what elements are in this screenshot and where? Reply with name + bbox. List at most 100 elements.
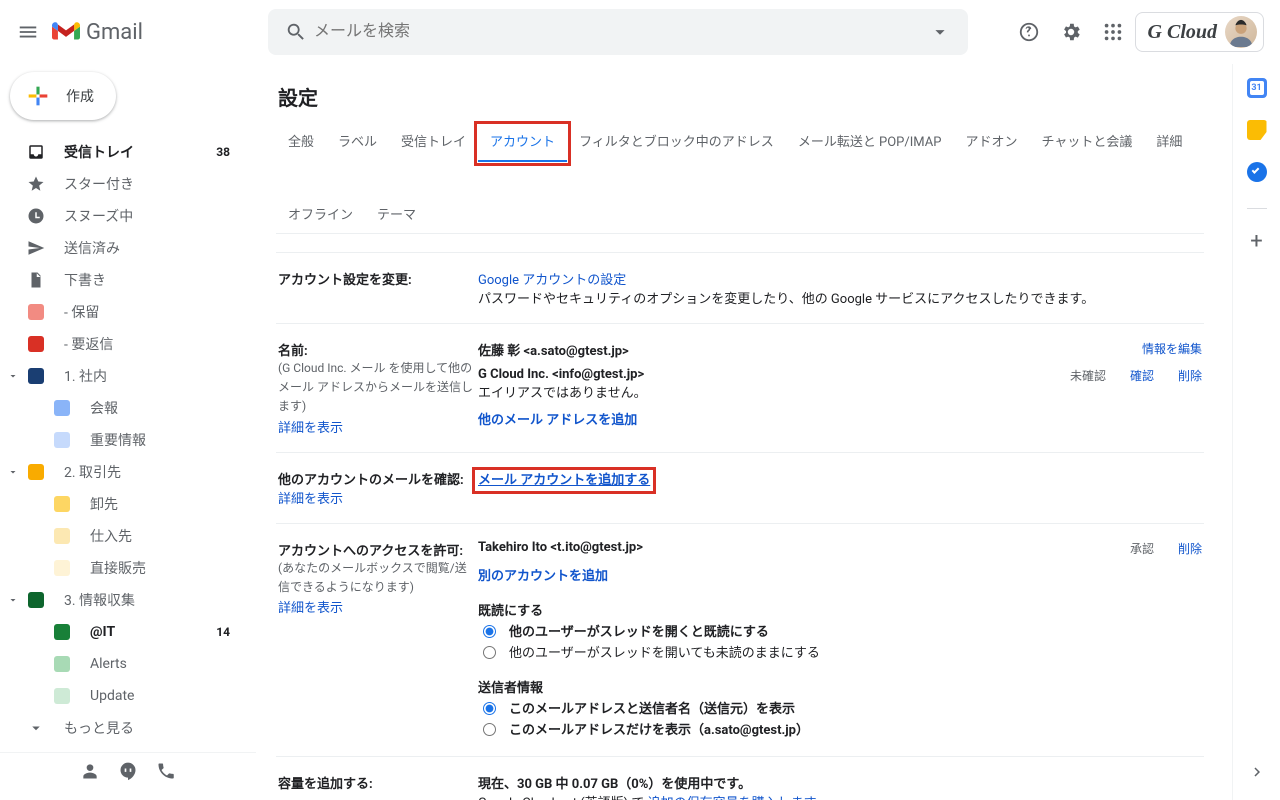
- search-icon[interactable]: [280, 16, 312, 48]
- confirm-link[interactable]: 確認: [1130, 367, 1154, 384]
- sidebar-item-drafts[interactable]: 下書き: [0, 264, 248, 296]
- avatar: [1225, 16, 1257, 48]
- tab-inbox[interactable]: 受信トレイ: [389, 125, 478, 162]
- file-icon: [26, 270, 46, 290]
- label-icon: [26, 334, 46, 354]
- settings-tabs: 全般 ラベル 受信トレイ アカウント フィルタとブロック中のアドレス メール転送…: [276, 125, 1204, 234]
- send-as-details-link[interactable]: 詳細を表示: [278, 421, 343, 436]
- sidebar-item-wholesale[interactable]: 卸先: [0, 488, 248, 520]
- tab-offline[interactable]: オフライン: [276, 198, 365, 233]
- buy-storage-link[interactable]: 追加の保存容量を購入します: [648, 796, 817, 800]
- tab-accounts[interactable]: アカウント: [478, 125, 567, 162]
- google-account-settings-link[interactable]: Google アカウントの設定: [478, 273, 626, 288]
- sidebar-item-reply[interactable]: - 要返信: [0, 328, 248, 360]
- sidebar-item-supplier[interactable]: 仕入先: [0, 520, 248, 552]
- send-icon: [26, 238, 46, 258]
- sidebar-item-hold[interactable]: - 保留: [0, 296, 248, 328]
- support-icon[interactable]: [1009, 12, 1049, 52]
- account-switcher[interactable]: G Cloud: [1135, 12, 1264, 52]
- inbox-icon: [26, 142, 46, 162]
- tab-addons[interactable]: アドオン: [953, 125, 1029, 162]
- sidebar-item-sent[interactable]: 送信済み: [0, 232, 248, 264]
- sidebar-item-atit[interactable]: @IT 14: [0, 616, 248, 648]
- check-other-details-link[interactable]: 詳細を表示: [278, 492, 343, 507]
- gmail-logo[interactable]: Gmail: [48, 20, 268, 45]
- radio-sender-email-only[interactable]: このメールアドレスだけを表示（a.sato@gtest.jp）: [478, 719, 1202, 738]
- radio-keep-unread[interactable]: 他のユーザーがスレッドを開いても未読のままにする: [478, 642, 1202, 661]
- status-approved: 承認: [1130, 540, 1154, 557]
- main-menu-button[interactable]: [8, 12, 48, 52]
- sidebar: 作成 受信トレイ 38 スター付き スヌーズ中 送信済み 下書き - 保留: [0, 64, 256, 800]
- gmail-word: Gmail: [86, 20, 143, 45]
- compose-label: 作成: [66, 86, 94, 106]
- edit-info-link[interactable]: 情報を編集: [1142, 340, 1202, 357]
- page-title: 設定: [278, 82, 1204, 111]
- tab-chat[interactable]: チャットと会議: [1029, 125, 1144, 162]
- label-icon: [26, 366, 46, 386]
- chevron-down-icon[interactable]: [6, 593, 20, 607]
- hangouts-bar: [0, 752, 256, 792]
- search-options-icon[interactable]: [924, 16, 956, 48]
- inbox-count: 38: [216, 145, 230, 159]
- sidebar-group-research[interactable]: 3. 情報収集: [0, 584, 248, 616]
- sidebar-item-update[interactable]: Update: [0, 680, 248, 712]
- sidebar-group-clients[interactable]: 2. 取引先: [0, 456, 248, 488]
- section-check-other: 他のアカウントのメールを確認: 詳細を表示 メール アカウントを追加する: [276, 452, 1204, 523]
- send-as-primary: 佐藤 彰 <a.sato@gtest.jp>: [478, 340, 1142, 359]
- phone-icon[interactable]: [156, 761, 176, 785]
- hangouts-icon[interactable]: [118, 761, 138, 785]
- tab-filters[interactable]: フィルタとブロック中のアドレス: [567, 125, 786, 162]
- sidebar-item-alerts[interactable]: Alerts: [0, 648, 248, 680]
- send-as-secondary: G Cloud Inc. <info@gtest.jp>: [478, 367, 644, 382]
- search-bar[interactable]: [268, 9, 968, 55]
- settings-main: 設定 全般 ラベル 受信トレイ アカウント フィルタとブロック中のアドレス メー…: [256, 64, 1232, 800]
- sidebar-item-important[interactable]: 重要情報: [0, 424, 248, 456]
- grant-details-link[interactable]: 詳細を表示: [278, 601, 343, 616]
- person-icon[interactable]: [80, 761, 100, 785]
- section-grant-access: アカウントへのアクセスを許可: (あなたのメールボックスで閲覧/送信できるように…: [276, 523, 1204, 756]
- section-storage: 容量を追加する: 現在、30 GB 中 0.07 GB（0%）を使用中です。 G…: [276, 756, 1204, 800]
- sidebar-item-inbox[interactable]: 受信トレイ 38: [0, 136, 248, 168]
- sidebar-item-starred[interactable]: スター付き: [0, 168, 248, 200]
- add-send-as-link[interactable]: 他のメール アドレスを追加: [478, 413, 637, 428]
- tab-forwarding[interactable]: メール転送と POP/IMAP: [786, 125, 954, 162]
- account-settings-desc: パスワードやセキュリティのオプションを変更したり、他の Google サービスに…: [478, 292, 1094, 307]
- calendar-icon[interactable]: 31: [1247, 78, 1267, 98]
- apps-grid-icon[interactable]: [1093, 12, 1133, 52]
- status-unverified: 未確認: [1070, 367, 1106, 384]
- clock-icon: [26, 206, 46, 226]
- side-panel: 31 +: [1232, 64, 1280, 800]
- label-icon: [26, 302, 46, 322]
- delete-send-as-link[interactable]: 削除: [1178, 367, 1202, 384]
- star-icon: [26, 174, 46, 194]
- sidebar-item-direct[interactable]: 直接販売: [0, 552, 248, 584]
- section-send-as: 名前: (G Cloud Inc. メール を使用して他のメール アドレスからメ…: [276, 323, 1204, 452]
- chevron-down-icon: [26, 718, 46, 738]
- tasks-icon[interactable]: [1247, 162, 1267, 182]
- search-input[interactable]: [312, 22, 924, 42]
- section-change-account: アカウント設定を変更: Google アカウントの設定 パスワードやセキュリティ…: [276, 252, 1204, 323]
- delete-delegate-link[interactable]: 削除: [1178, 540, 1202, 557]
- tab-advanced[interactable]: 詳細: [1144, 125, 1194, 162]
- chevron-down-icon[interactable]: [6, 465, 20, 479]
- sidebar-item-bulletin[interactable]: 会報: [0, 392, 248, 424]
- get-addons-icon[interactable]: +: [1250, 231, 1262, 253]
- collapse-panel-icon[interactable]: [1241, 756, 1273, 788]
- add-mail-account-link[interactable]: メール アカウントを追加する: [478, 473, 650, 488]
- sidebar-item-label: 受信トレイ: [64, 142, 216, 162]
- tab-themes[interactable]: テーマ: [365, 198, 428, 233]
- tab-labels[interactable]: ラベル: [326, 125, 389, 162]
- settings-gear-icon[interactable]: [1051, 12, 1091, 52]
- sidebar-group-internal[interactable]: 1. 社内: [0, 360, 248, 392]
- delegate-name: Takehiro Ito <t.ito@gtest.jp>: [478, 540, 1130, 555]
- chevron-down-icon[interactable]: [6, 369, 20, 383]
- radio-sender-full[interactable]: このメールアドレスと送信者名（送信元）を表示: [478, 698, 1202, 717]
- radio-mark-read[interactable]: 他のユーザーがスレッドを開くと既読にする: [478, 621, 1202, 640]
- compose-button[interactable]: 作成: [10, 72, 116, 120]
- sidebar-more[interactable]: もっと見る: [0, 712, 248, 744]
- account-name: G Cloud: [1148, 21, 1217, 44]
- sidebar-item-snoozed[interactable]: スヌーズ中: [0, 200, 248, 232]
- add-delegate-link[interactable]: 別のアカウントを追加: [478, 569, 608, 584]
- tab-general[interactable]: 全般: [276, 125, 326, 162]
- keep-icon[interactable]: [1247, 120, 1267, 140]
